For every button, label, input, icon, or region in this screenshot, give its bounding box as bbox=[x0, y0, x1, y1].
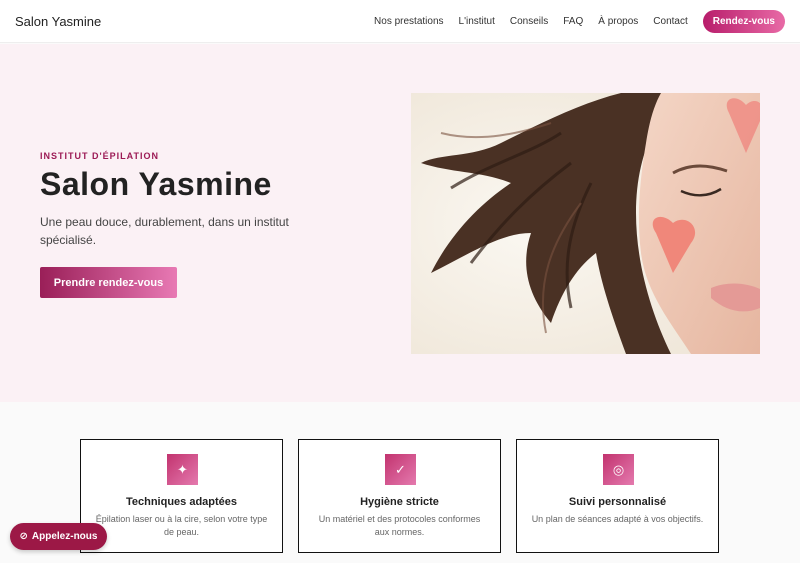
hero-lead: Une peau douce, durablement, dans un ins… bbox=[40, 215, 289, 247]
main-menu: Nos prestations L'institut Conseils FAQ … bbox=[359, 9, 785, 33]
feature-card-suivi: ◎ Suivi personnalisé Un plan de séances … bbox=[516, 439, 719, 553]
nav-link-contact[interactable]: Contact bbox=[653, 16, 687, 27]
hero-eyebrow: INSTITUT D'ÉPILATION bbox=[40, 151, 159, 161]
feature-card-techniques: ✦ Techniques adaptées Épilation laser ou… bbox=[80, 439, 283, 553]
nav-link-institut[interactable]: L'institut bbox=[459, 16, 495, 27]
sparkle-icon: ✦ bbox=[167, 454, 198, 485]
nav-link-a-propos[interactable]: À propos bbox=[598, 16, 638, 27]
feature-description: Un matériel et des protocoles conformes … bbox=[318, 514, 481, 537]
book-appointment-button[interactable]: Prendre rendez-vous bbox=[40, 267, 177, 298]
check-icon: ✓ bbox=[385, 454, 416, 485]
feature-title: Techniques adaptées bbox=[125, 496, 238, 508]
call-us-button[interactable]: ⊘ Appelez-nous bbox=[10, 523, 107, 550]
features-section: ✦ Techniques adaptées Épilation laser ou… bbox=[0, 402, 800, 563]
feature-description: Épilation laser ou à la cire, selon votr… bbox=[95, 514, 268, 537]
hero-section: INSTITUT D'ÉPILATION Salon Yasmine Une p… bbox=[0, 44, 800, 402]
feature-card-hygiene: ✓ Hygiène stricte Un matériel et des pro… bbox=[298, 439, 501, 553]
target-icon: ◎ bbox=[603, 454, 634, 485]
feature-title: Hygiène stricte bbox=[360, 496, 439, 508]
nav-link-prestations[interactable]: Nos prestations bbox=[374, 16, 443, 27]
rendez-vous-button[interactable]: Rendez-vous bbox=[702, 9, 785, 33]
page-title: Salon Yasmine bbox=[40, 166, 272, 202]
call-us-label: Appelez-nous bbox=[31, 531, 98, 542]
hero-photo bbox=[411, 93, 760, 354]
brand-logo[interactable]: Salon Yasmine bbox=[15, 14, 101, 29]
feature-title: Suivi personnalisé bbox=[568, 496, 667, 508]
phone-icon: ⊘ bbox=[19, 531, 28, 542]
nav-link-faq[interactable]: FAQ bbox=[563, 16, 583, 27]
nav-link-conseils[interactable]: Conseils bbox=[510, 16, 548, 27]
feature-description: Un plan de séances adapté à vos objectif… bbox=[531, 514, 704, 524]
top-navbar: Salon Yasmine Nos prestations L'institut… bbox=[0, 0, 800, 43]
hero-photo-illustration bbox=[411, 93, 760, 354]
